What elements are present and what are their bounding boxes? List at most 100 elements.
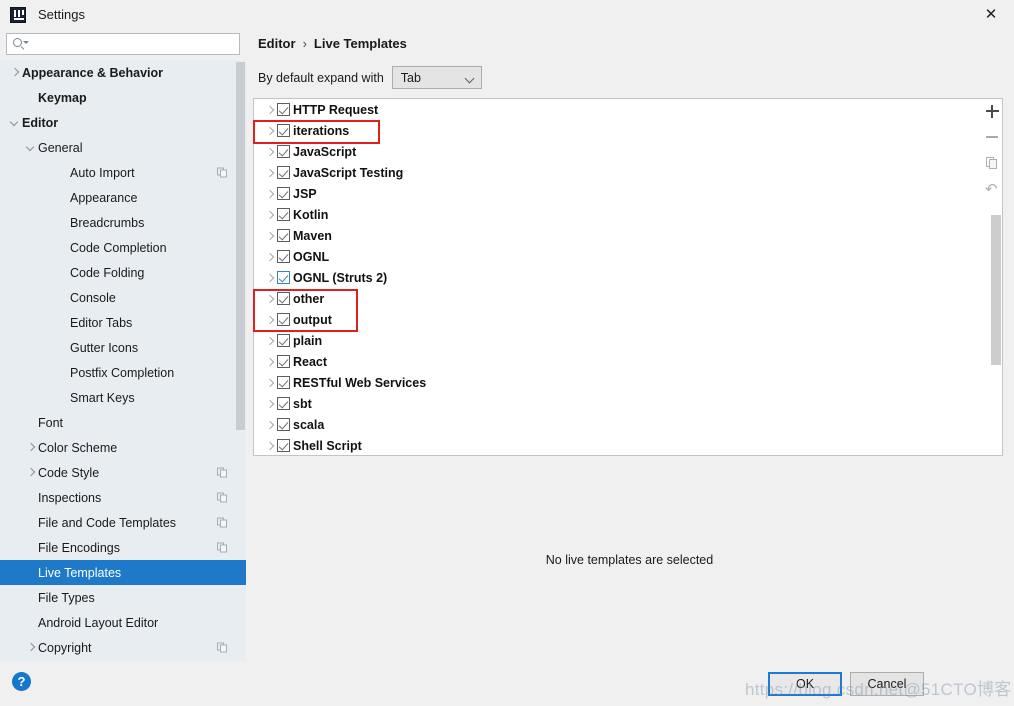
sidebar-item-code-style[interactable]: Code Style bbox=[0, 460, 246, 485]
sidebar-item-editor[interactable]: Editor bbox=[0, 110, 246, 135]
expand-with-select[interactable]: Tab bbox=[391, 66, 482, 89]
template-group-checkbox[interactable] bbox=[277, 397, 290, 410]
chevron-right-icon[interactable] bbox=[8, 66, 21, 79]
live-templates-list[interactable]: HTTP Request iterations JavaScript JavaScri… bbox=[253, 98, 1003, 456]
sidebar-item-breadcrumbs[interactable]: Breadcrumbs bbox=[0, 210, 246, 235]
template-group-checkbox[interactable] bbox=[277, 292, 290, 305]
template-group-checkbox[interactable] bbox=[277, 334, 290, 347]
sidebar-item-code-folding[interactable]: Code Folding bbox=[0, 260, 246, 285]
template-group-row[interactable]: scala bbox=[254, 414, 1002, 435]
chevron-right-icon[interactable] bbox=[263, 229, 277, 243]
template-group-row[interactable]: output bbox=[254, 309, 1002, 330]
sidebar-item-auto-import[interactable]: Auto Import bbox=[0, 160, 246, 185]
sidebar-item-android-layout-editor[interactable]: Android Layout Editor bbox=[0, 610, 246, 635]
settings-tree[interactable]: Appearance & Behavior Keymap Editor General… bbox=[0, 60, 246, 662]
template-group-checkbox[interactable] bbox=[277, 418, 290, 431]
chevron-right-icon[interactable] bbox=[263, 313, 277, 327]
sidebar-item-file-encodings[interactable]: File Encodings bbox=[0, 535, 246, 560]
template-group-row[interactable]: sbt bbox=[254, 393, 1002, 414]
template-group-label: other bbox=[293, 291, 325, 306]
template-group-checkbox[interactable] bbox=[277, 355, 290, 368]
sidebar-item-appearance[interactable]: Appearance bbox=[0, 185, 246, 210]
chevron-right-icon[interactable] bbox=[263, 271, 277, 285]
chevron-right-icon[interactable] bbox=[24, 641, 37, 654]
chevron-right-icon[interactable] bbox=[263, 355, 277, 369]
template-group-row[interactable]: Maven bbox=[254, 225, 1002, 246]
templates-scrollbar-thumb[interactable] bbox=[991, 215, 1001, 365]
template-group-checkbox[interactable] bbox=[277, 208, 290, 221]
template-group-checkbox[interactable] bbox=[277, 439, 290, 452]
search-input[interactable] bbox=[31, 36, 239, 52]
template-group-row[interactable]: Kotlin bbox=[254, 204, 1002, 225]
sidebar-item-file-and-code-templates[interactable]: File and Code Templates bbox=[0, 510, 246, 535]
remove-template-button[interactable] bbox=[979, 124, 1005, 150]
chevron-right-icon[interactable] bbox=[263, 292, 277, 306]
duplicate-template-button[interactable] bbox=[979, 150, 1005, 176]
template-group-row[interactable]: OGNL (Struts 2) bbox=[254, 267, 1002, 288]
sidebar-item-console[interactable]: Console bbox=[0, 285, 246, 310]
template-group-checkbox[interactable] bbox=[277, 229, 290, 242]
template-group-checkbox[interactable] bbox=[277, 166, 290, 179]
chevron-right-icon[interactable] bbox=[263, 418, 277, 432]
sidebar-item-smart-keys[interactable]: Smart Keys bbox=[0, 385, 246, 410]
sidebar-scrollbar-thumb[interactable] bbox=[236, 62, 245, 430]
template-group-row[interactable]: iterations bbox=[254, 120, 1002, 141]
chevron-right-icon[interactable] bbox=[263, 187, 277, 201]
sidebar-item-color-scheme[interactable]: Color Scheme bbox=[0, 435, 246, 460]
sidebar-scrollbar[interactable] bbox=[235, 60, 246, 662]
template-group-row[interactable]: OGNL bbox=[254, 246, 1002, 267]
template-group-checkbox[interactable] bbox=[277, 103, 290, 116]
sidebar-item-gutter-icons[interactable]: Gutter Icons bbox=[0, 335, 246, 360]
template-group-row[interactable]: other bbox=[254, 288, 1002, 309]
close-icon[interactable]: ✕ bbox=[968, 0, 1014, 29]
template-group-checkbox[interactable] bbox=[277, 124, 290, 137]
chevron-right-icon[interactable] bbox=[24, 441, 37, 454]
sidebar-item-postfix-completion[interactable]: Postfix Completion bbox=[0, 360, 246, 385]
sidebar-item-copyright[interactable]: Copyright bbox=[0, 635, 246, 660]
template-group-row[interactable]: React bbox=[254, 351, 1002, 372]
search-box[interactable] bbox=[6, 33, 240, 55]
sidebar-item-keymap[interactable]: Keymap bbox=[0, 85, 246, 110]
chevron-right-icon[interactable] bbox=[263, 103, 277, 117]
revert-template-button[interactable]: ↶ bbox=[979, 176, 1005, 202]
template-group-row[interactable]: JavaScript Testing bbox=[254, 162, 1002, 183]
sidebar-item-file-types[interactable]: File Types bbox=[0, 585, 246, 610]
template-group-checkbox[interactable] bbox=[277, 313, 290, 326]
chevron-down-icon[interactable] bbox=[24, 141, 37, 154]
ok-button[interactable]: OK bbox=[768, 672, 842, 696]
chevron-right-icon[interactable] bbox=[263, 124, 277, 138]
template-group-row[interactable]: Shell Script bbox=[254, 435, 1002, 455]
cancel-button[interactable]: Cancel bbox=[850, 672, 924, 696]
help-icon[interactable]: ? bbox=[12, 672, 31, 691]
sidebar-item-general[interactable]: General bbox=[0, 135, 246, 160]
sidebar-item-editor-tabs[interactable]: Editor Tabs bbox=[0, 310, 246, 335]
chevron-down-icon[interactable] bbox=[8, 116, 21, 129]
add-template-button[interactable] bbox=[979, 98, 1005, 124]
chevron-right-icon[interactable] bbox=[263, 145, 277, 159]
chevron-right-icon[interactable] bbox=[263, 166, 277, 180]
template-group-checkbox[interactable] bbox=[277, 250, 290, 263]
template-group-checkbox[interactable] bbox=[277, 145, 290, 158]
template-group-row[interactable]: JSP bbox=[254, 183, 1002, 204]
template-group-row[interactable]: JavaScript bbox=[254, 141, 1002, 162]
sidebar-item-code-completion[interactable]: Code Completion bbox=[0, 235, 246, 260]
chevron-right-icon[interactable] bbox=[263, 376, 277, 390]
template-group-row[interactable]: plain bbox=[254, 330, 1002, 351]
template-group-row[interactable]: RESTful Web Services bbox=[254, 372, 1002, 393]
sidebar-item-inspections[interactable]: Inspections bbox=[0, 485, 246, 510]
sidebar-item-appearance-behavior[interactable]: Appearance & Behavior bbox=[0, 60, 246, 85]
template-group-row[interactable]: HTTP Request bbox=[254, 99, 1002, 120]
template-group-checkbox[interactable] bbox=[277, 376, 290, 389]
chevron-right-icon[interactable] bbox=[263, 334, 277, 348]
chevron-right-icon[interactable] bbox=[24, 466, 37, 479]
template-group-checkbox[interactable] bbox=[277, 187, 290, 200]
template-group-checkbox[interactable] bbox=[277, 271, 290, 284]
breadcrumb-parent[interactable]: Editor bbox=[258, 36, 296, 51]
chevron-right-icon[interactable] bbox=[263, 250, 277, 264]
chevron-right-icon[interactable] bbox=[263, 439, 277, 453]
sidebar-item-font[interactable]: Font bbox=[0, 410, 246, 435]
chevron-right-icon[interactable] bbox=[263, 208, 277, 222]
chevron-right-icon[interactable] bbox=[263, 397, 277, 411]
sidebar-item-live-templates[interactable]: Live Templates bbox=[0, 560, 246, 585]
